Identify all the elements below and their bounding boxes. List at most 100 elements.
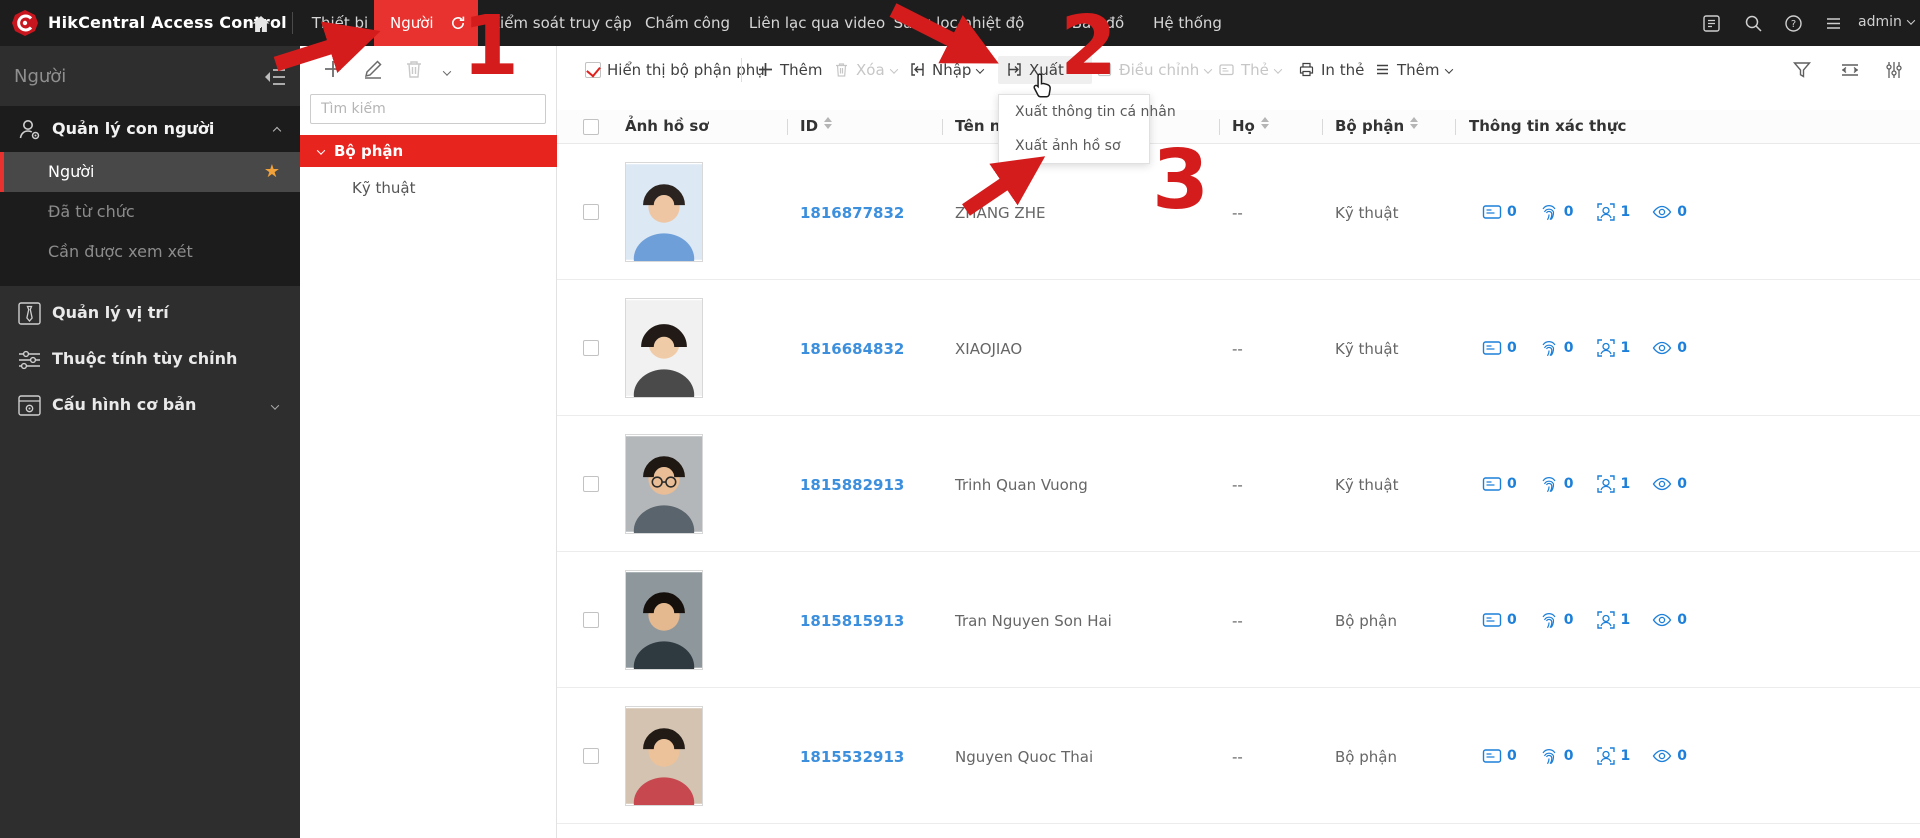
select-all-checkbox[interactable] (583, 119, 599, 135)
favorite-star-icon[interactable]: ★ (264, 152, 280, 192)
person-first-name: Tran Nguyen Son Hai (955, 612, 1112, 630)
row-checkbox[interactable] (583, 476, 599, 492)
row-checkbox[interactable] (583, 340, 599, 356)
person-department: Bộ phận (1335, 612, 1397, 630)
menu-item-export-profile-photo[interactable]: Xuất ảnh hồ sơ (999, 129, 1149, 163)
tree-toolbar-more-icon[interactable] (442, 62, 458, 76)
search-icon[interactable] (1744, 14, 1763, 33)
sidebar-group-person-management: Quản lý con người Người ★ Đã từ chức Cần… (0, 106, 300, 286)
tab-thiet-bi[interactable]: Thiết bị (300, 0, 380, 46)
profile-photo[interactable] (625, 434, 703, 534)
sidebar-item-da-tu-chuc[interactable]: Đã từ chức (0, 192, 300, 232)
sidebar-item-quan-ly-con-nguoi[interactable]: Quản lý con người (0, 106, 300, 152)
tab-sang-loc-nhiet-do[interactable]: Sàng lọc nhiệt độ (884, 0, 1034, 46)
delete-person-button[interactable]: Xóa (833, 56, 898, 84)
fingerprint-credential: 0 (1539, 474, 1574, 494)
home-icon[interactable] (250, 13, 272, 35)
sidebar-item-nguoi[interactable]: Người ★ (0, 152, 300, 192)
add-department-icon[interactable] (322, 58, 344, 80)
person-id-link[interactable]: 1815532913 (800, 748, 904, 766)
app-window: HikCentral Access Control Thiết bị Người… (0, 0, 1920, 838)
sidebar-item-cau-hinh-co-ban[interactable]: Cấu hình cơ bản (0, 382, 300, 428)
person-first-name: XIAOJIAO (955, 340, 1023, 358)
delete-department-icon[interactable] (403, 58, 425, 80)
tab-nguoi[interactable]: Người (374, 0, 478, 46)
adjust-icon (1097, 62, 1112, 77)
profile-photo[interactable] (625, 570, 703, 670)
card-credential: 0 (1482, 474, 1517, 494)
more-button[interactable]: Thêm (1374, 56, 1453, 84)
tab-cham-cong[interactable]: Chấm công (640, 0, 735, 46)
row-checkbox[interactable] (583, 612, 599, 628)
card-button[interactable]: Thẻ (1218, 56, 1283, 84)
tab-kiem-soat-truy-cap[interactable]: Kiểm soát truy cập (486, 0, 636, 46)
tree-node-bo-phan[interactable]: Bộ phận (300, 135, 557, 167)
column-header-photo: Ảnh hồ sơ (625, 117, 709, 135)
sidebar-item-thuoc-tinh-tuy-chinh[interactable]: Thuộc tính tùy chỉnh (0, 336, 300, 382)
svg-text:?: ? (1791, 19, 1796, 30)
table-row[interactable]: 1816684832 XIAOJIAO -- Kỹ thuật 0 0 1 0 (557, 280, 1920, 416)
collapse-sidebar-icon[interactable] (264, 68, 286, 86)
menu-icon[interactable] (1824, 14, 1843, 33)
adjust-button[interactable]: Điều chỉnh (1096, 56, 1213, 84)
tree-expand-icon[interactable] (316, 145, 326, 155)
table-row[interactable]: 1815882913 Trinh Quan Vuong -- Kỹ thuật … (557, 416, 1920, 552)
column-header-department[interactable]: Bộ phận (1335, 117, 1419, 135)
card-icon (1482, 205, 1502, 219)
profile-photo[interactable] (625, 706, 703, 806)
user-name: admin (1858, 14, 1902, 30)
person-first-name: Trinh Quan Vuong (955, 476, 1088, 494)
show-sub-dept-checkbox[interactable] (585, 62, 601, 78)
face-credential: 1 (1596, 202, 1630, 222)
filter-icon[interactable] (1792, 60, 1812, 80)
column-divider (1219, 119, 1220, 135)
face-credential: 1 (1596, 746, 1630, 766)
search-input[interactable] (310, 94, 546, 124)
tab-lien-lac-qua-video[interactable]: Liên lạc qua video (742, 0, 892, 46)
card-credential: 0 (1482, 338, 1517, 358)
printer-icon (1299, 62, 1314, 77)
import-button[interactable]: Nhập (909, 56, 985, 84)
column-divider (787, 119, 788, 135)
column-header-surname[interactable]: Họ (1232, 117, 1269, 135)
sort-icon[interactable] (1410, 117, 1419, 129)
refresh-icon[interactable] (450, 15, 466, 31)
sidebar-item-label: Cấu hình cơ bản (52, 395, 197, 414)
column-width-icon[interactable] (1840, 60, 1860, 80)
sidebar-item-can-duoc-xem-xet[interactable]: Cần được xem xét (0, 232, 300, 272)
chevron-down-icon (1906, 16, 1916, 25)
fingerprint-icon (1542, 613, 1556, 629)
menu-item-export-person-info[interactable]: Xuất thông tin cá nhân (999, 95, 1176, 129)
table-row[interactable]: 1815532913 Nguyen Quoc Thai -- Bộ phận 0… (557, 688, 1920, 824)
fingerprint-credential: 0 (1539, 338, 1574, 358)
profile-photo[interactable] (625, 298, 703, 398)
credential-counts: 0 0 1 0 (1482, 202, 1687, 222)
print-card-button[interactable]: In thẻ (1298, 56, 1364, 84)
tree-node-ky-thuat[interactable]: Kỹ thuật (352, 174, 415, 202)
table-row[interactable]: 1815815913 Tran Nguyen Son Hai -- Bộ phậ… (557, 552, 1920, 688)
help-icon[interactable]: ? (1784, 14, 1803, 33)
person-id-link[interactable]: 1815882913 (800, 476, 904, 494)
export-button[interactable]: Xuất (998, 56, 1092, 84)
sort-icon[interactable] (1260, 117, 1269, 129)
person-id-link[interactable]: 1816877832 (800, 204, 904, 222)
row-checkbox[interactable] (583, 204, 599, 220)
column-header-id[interactable]: ID (800, 117, 833, 135)
edit-department-icon[interactable] (362, 58, 384, 80)
person-id-link[interactable]: 1815815913 (800, 612, 904, 630)
person-id-link[interactable]: 1816684832 (800, 340, 904, 358)
sidebar-item-quan-ly-vi-tri[interactable]: Quản lý vị trí (0, 290, 300, 336)
profile-photo[interactable] (625, 162, 703, 262)
person-last-name: -- (1232, 340, 1243, 358)
table-row[interactable]: 1816877832 ZHANG ZHE -- Kỹ thuật 0 0 1 0 (557, 144, 1920, 280)
user-menu[interactable]: admin (1858, 14, 1916, 30)
row-checkbox[interactable] (583, 748, 599, 764)
sort-icon[interactable] (824, 117, 833, 129)
column-settings-icon[interactable] (1884, 60, 1904, 80)
wizard-icon[interactable] (1702, 14, 1721, 33)
department-tree-panel: Bộ phận Kỹ thuật (300, 46, 557, 838)
toolbar-divider (741, 58, 742, 82)
tab-he-thong[interactable]: Hệ thống (1140, 0, 1235, 46)
add-person-button[interactable]: Thêm (757, 56, 823, 84)
tab-ban-do[interactable]: Bản đồ (1058, 0, 1138, 46)
